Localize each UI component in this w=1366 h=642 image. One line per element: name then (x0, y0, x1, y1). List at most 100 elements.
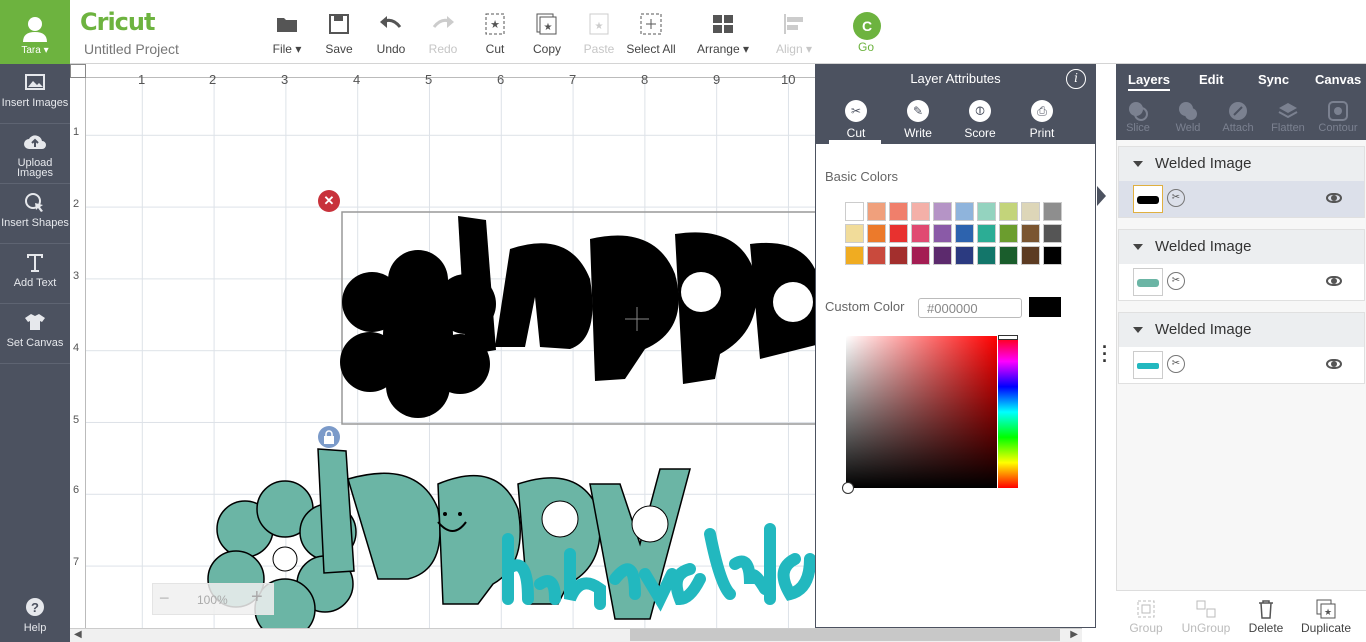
flatten-button[interactable]: Flatten (1264, 100, 1312, 134)
color-swatch[interactable] (845, 246, 864, 265)
help-button[interactable]: ? Help (0, 589, 70, 639)
color-swatch[interactable] (933, 224, 952, 243)
layer-group-header[interactable]: Welded Image (1119, 230, 1364, 264)
color-swatch[interactable] (889, 246, 908, 265)
scissors-icon[interactable]: ✂ (1167, 189, 1185, 207)
color-swatch[interactable] (977, 202, 996, 221)
go-button[interactable]: C (853, 12, 881, 40)
redo-button[interactable]: Redo (424, 12, 462, 56)
layer-group[interactable]: Welded Image ✂ (1118, 146, 1365, 218)
color-swatch[interactable] (1043, 202, 1062, 221)
basic-colors-label: Basic Colors (825, 169, 898, 184)
tab-write[interactable]: ✎ Write (893, 100, 943, 140)
layer-group-header[interactable]: Welded Image (1119, 147, 1364, 181)
color-swatch[interactable] (889, 202, 908, 221)
color-swatch[interactable] (845, 224, 864, 243)
sidebar-label: Insert Images (1, 97, 69, 109)
undo-button[interactable]: Undo (372, 12, 410, 56)
delete-image-button[interactable]: ✕ (318, 190, 340, 212)
color-swatch[interactable] (889, 224, 908, 243)
layer-row[interactable]: ✂ (1119, 181, 1364, 217)
layer-group-header[interactable]: Welded Image (1119, 313, 1364, 347)
tab-score[interactable]: ⦷ Score (955, 100, 1005, 140)
zoom-in-button[interactable]: + (251, 586, 263, 609)
copy-button[interactable]: ★ Copy (530, 12, 564, 56)
delete-button[interactable]: Delete (1236, 597, 1296, 635)
sidebar-upload-images[interactable]: Upload Images (0, 124, 70, 184)
scrollbar-thumb[interactable] (630, 629, 1060, 641)
scissors-icon[interactable]: ✂ (1167, 272, 1185, 290)
color-swatch[interactable] (955, 202, 974, 221)
layer-group[interactable]: Welded Image ✂ (1118, 312, 1365, 384)
color-swatch[interactable] (977, 246, 996, 265)
weld-button[interactable]: Weld (1164, 100, 1212, 134)
tab-cut[interactable]: ✂ Cut (831, 100, 881, 140)
color-swatch[interactable] (911, 246, 930, 265)
file-button[interactable]: File ▾ (268, 12, 306, 56)
layer-row[interactable]: ✂ (1119, 347, 1364, 383)
layer-row[interactable]: ✂ (1119, 264, 1364, 300)
visibility-eye-icon[interactable] (1326, 276, 1342, 286)
color-swatch[interactable] (999, 246, 1018, 265)
ruler-tick-label: 6 (497, 72, 505, 87)
tab-sync[interactable]: Sync (1258, 72, 1289, 87)
sidebar-add-text[interactable]: Add Text (0, 244, 70, 304)
color-swatch[interactable] (867, 202, 886, 221)
color-swatch[interactable] (1043, 246, 1062, 265)
scroll-right-icon[interactable]: ▶ (1070, 629, 1078, 640)
color-swatch[interactable] (999, 202, 1018, 221)
sidebar-insert-shapes[interactable]: Insert Shapes (0, 184, 70, 244)
layer-group[interactable]: Welded Image ✂ (1118, 229, 1365, 301)
hue-slider[interactable] (998, 336, 1018, 488)
user-menu[interactable]: Tara ▾ (0, 0, 70, 64)
lock-ratio-button[interactable] (318, 426, 340, 448)
color-swatch[interactable] (955, 224, 974, 243)
color-swatch[interactable] (1043, 224, 1062, 243)
color-swatch[interactable] (1021, 202, 1040, 221)
custom-color-input[interactable] (918, 298, 1022, 318)
color-swatch[interactable] (933, 202, 952, 221)
color-swatch[interactable] (933, 246, 952, 265)
attach-button[interactable]: Attach (1214, 100, 1262, 134)
saturation-value-picker[interactable] (846, 336, 997, 488)
duplicate-button[interactable]: ★ Duplicate (1296, 597, 1356, 635)
cut-button[interactable]: ★ Cut (478, 12, 512, 56)
color-picker-handle[interactable] (842, 482, 854, 494)
tab-print[interactable]: ⎙ Print (1017, 100, 1067, 140)
zoom-out-button[interactable]: − (159, 588, 170, 609)
arrange-button[interactable]: Arrange ▾ (694, 12, 752, 56)
color-swatch[interactable] (955, 246, 974, 265)
color-swatch[interactable] (911, 202, 930, 221)
tab-canvas[interactable]: Canvas (1315, 72, 1361, 87)
info-icon[interactable]: i (1066, 69, 1086, 89)
color-swatch[interactable] (977, 224, 996, 243)
color-swatch[interactable] (1021, 246, 1040, 265)
project-title[interactable]: Untitled Project (84, 41, 179, 57)
ungroup-button[interactable]: UnGroup (1176, 597, 1236, 635)
slice-button[interactable]: Slice (1114, 100, 1162, 134)
color-swatch[interactable] (1021, 224, 1040, 243)
group-button[interactable]: Group (1116, 597, 1176, 635)
tab-layers[interactable]: Layers (1128, 72, 1170, 91)
paste-button[interactable]: ★ Paste (582, 12, 616, 56)
visibility-eye-icon[interactable] (1326, 193, 1342, 203)
align-button[interactable]: Align ▾ (772, 12, 816, 56)
sidebar-set-canvas[interactable]: Set Canvas (0, 304, 70, 364)
color-swatch[interactable] (867, 224, 886, 243)
scroll-left-icon[interactable]: ◀ (74, 629, 82, 640)
panel-expand-arrow[interactable] (1097, 186, 1106, 206)
color-swatch[interactable] (845, 202, 864, 221)
hue-slider-handle[interactable] (998, 335, 1018, 340)
color-swatch[interactable] (999, 224, 1018, 243)
color-swatch[interactable] (911, 224, 930, 243)
sidebar-insert-images[interactable]: Insert Images (0, 64, 70, 124)
tab-edit[interactable]: Edit (1199, 72, 1224, 87)
color-swatch[interactable] (867, 246, 886, 265)
design-canvas[interactable]: ✕ (70, 64, 815, 628)
scissors-icon[interactable]: ✂ (1167, 355, 1185, 373)
select-all-button[interactable]: Select All (626, 12, 676, 56)
save-button[interactable]: Save (322, 12, 356, 56)
panel-resize-handle[interactable]: · · · (1102, 338, 1108, 370)
contour-button[interactable]: Contour (1314, 100, 1362, 134)
visibility-eye-icon[interactable] (1326, 359, 1342, 369)
